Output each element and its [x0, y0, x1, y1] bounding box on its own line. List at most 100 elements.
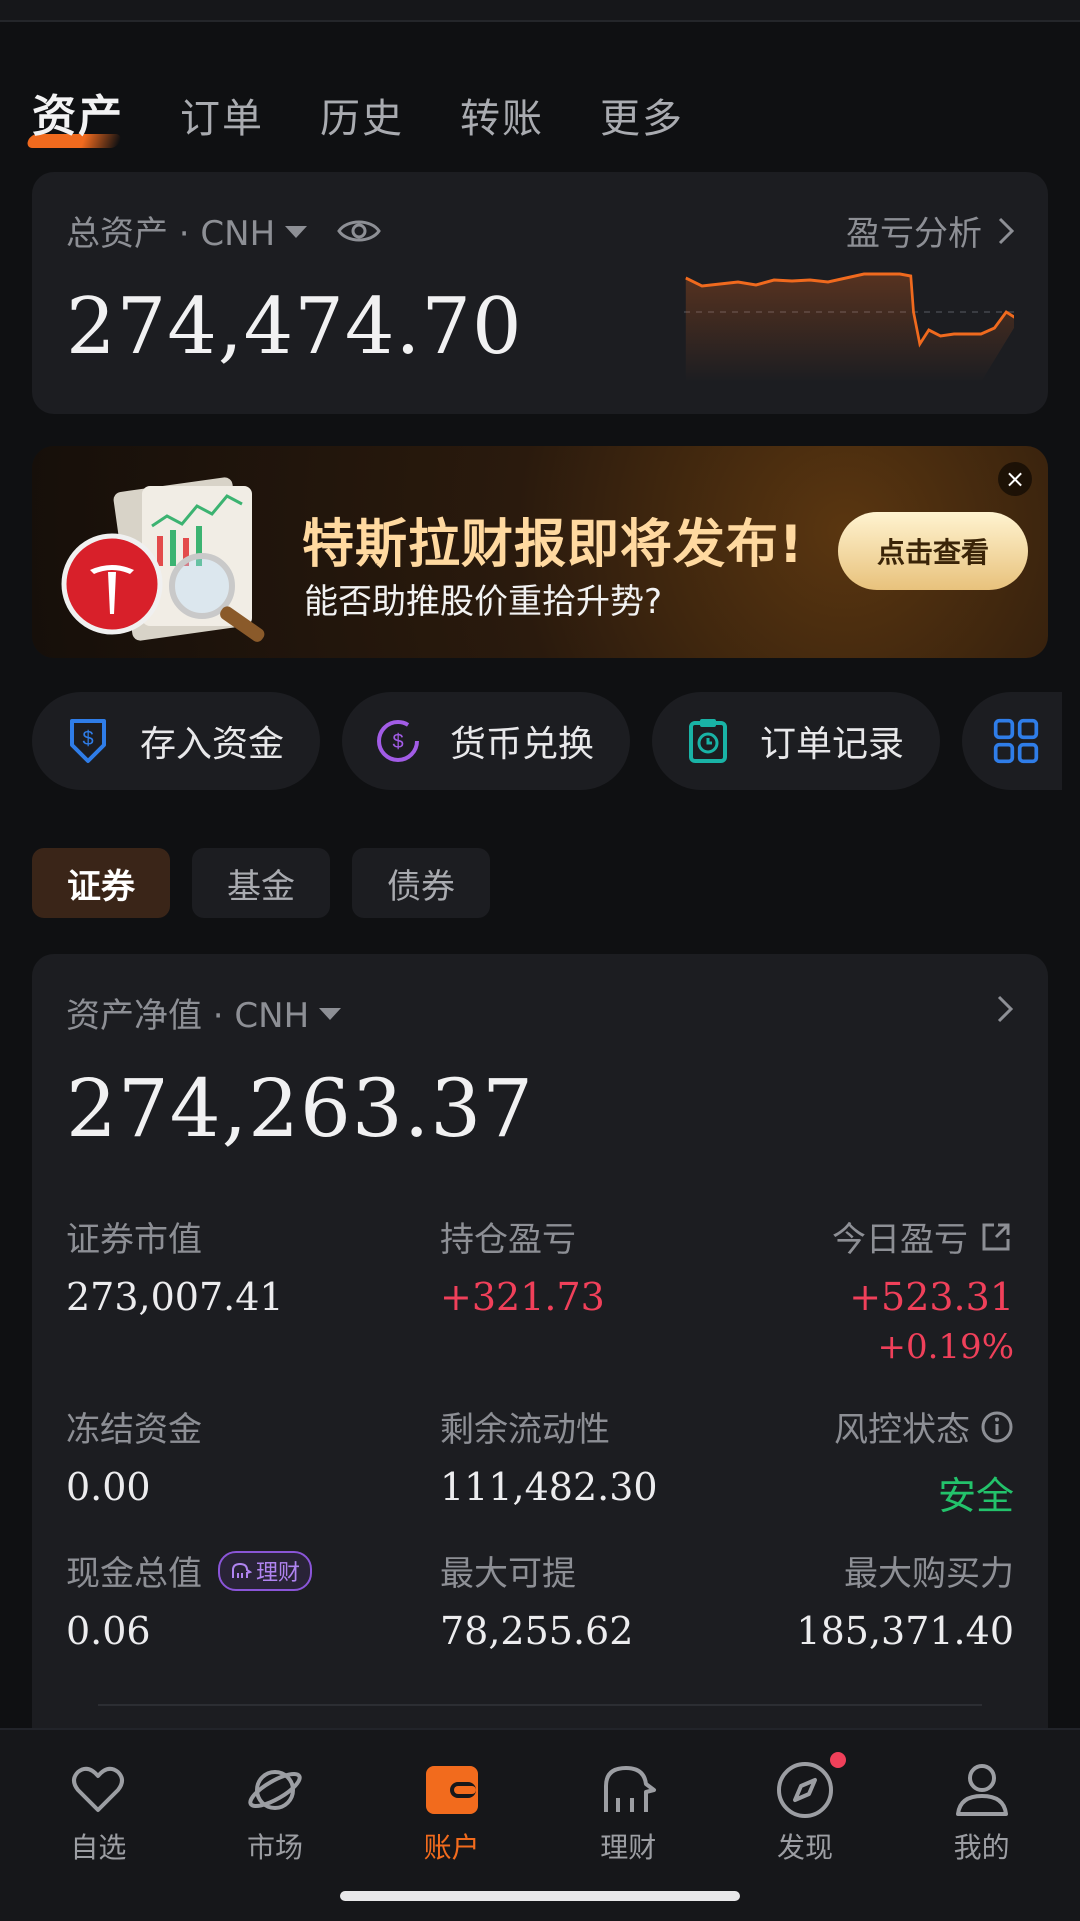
- nav-label: 我的: [953, 1831, 1010, 1864]
- position-pnl-value: +321.73: [440, 1275, 605, 1319]
- quick-action-label: 订单记录: [760, 724, 905, 765]
- svg-text:$: $: [392, 731, 403, 753]
- asset-sparkline: [684, 272, 1014, 382]
- tab-history[interactable]: 历史: [320, 86, 404, 144]
- nav-discover[interactable]: 发现: [730, 1752, 880, 1866]
- nav-label: 市场: [246, 1831, 303, 1864]
- max-withdraw-label: 最大可提: [440, 1554, 576, 1594]
- risk-status-label: 风控状态: [834, 1410, 970, 1450]
- tab-label: 资产: [32, 91, 124, 142]
- total-assets-value: 274,474.70: [66, 282, 523, 372]
- nav-me[interactable]: 我的: [907, 1760, 1057, 1866]
- currency-exchange-icon: $: [377, 720, 419, 762]
- segment-securities[interactable]: 证券: [32, 848, 170, 918]
- nav-label: 理财: [600, 1831, 657, 1864]
- nav-account[interactable]: 账户: [377, 1760, 527, 1866]
- eye-icon[interactable]: [337, 216, 381, 246]
- market-value-label: 证券市值: [66, 1220, 202, 1260]
- grid-icon: [993, 718, 1039, 764]
- svg-text:$: $: [82, 728, 93, 750]
- tab-label: 转账: [460, 96, 544, 142]
- user-icon: [955, 1764, 1008, 1816]
- wealth-tag[interactable]: 理财: [218, 1550, 313, 1591]
- nav-label: 发现: [776, 1831, 833, 1864]
- tab-label: 订单: [180, 96, 264, 142]
- nav-wealth[interactable]: 理财: [553, 1760, 703, 1866]
- cash-total-cell: 现金总值 理财 0.06: [66, 1546, 313, 1653]
- currency-exchange-button[interactable]: $ 货币兑换: [342, 692, 630, 790]
- banner-close-button[interactable]: ×: [998, 462, 1032, 496]
- segment-bonds[interactable]: 债券: [352, 848, 490, 918]
- asset-type-segment: 证券 基金 债券: [32, 848, 490, 918]
- cash-total-label-row: 现金总值 理财: [66, 1546, 313, 1595]
- max-buying-power-label: 最大购买力: [844, 1554, 1014, 1594]
- nav-label: 账户: [423, 1831, 480, 1864]
- nav-watchlist[interactable]: 自选: [23, 1760, 173, 1866]
- nav-label: 自选: [70, 1831, 127, 1864]
- tab-orders[interactable]: 订单: [180, 86, 264, 144]
- tab-transfer[interactable]: 转账: [460, 86, 544, 144]
- currency-dropdown-icon[interactable]: [285, 225, 308, 238]
- net-asset-label: 资产净值 · CNH: [66, 996, 310, 1036]
- max-buying-power-value: 185,371.40: [796, 1609, 1014, 1653]
- bottom-navigation: 自选 市场 账户 理财 发现 我的: [0, 1728, 1080, 1921]
- elephant-icon: [604, 1766, 657, 1812]
- max-withdraw-value: 78,255.62: [440, 1609, 634, 1653]
- risk-status-cell: 风控状态 安全: [834, 1402, 1014, 1520]
- deposit-funds-button[interactable]: $ 存入资金: [32, 692, 320, 790]
- wealth-tag-label: 理财: [256, 1560, 301, 1586]
- frozen-funds-label: 冻结资金: [66, 1410, 202, 1450]
- quick-actions: $ 存入资金 $ 货币兑换 订单记录: [32, 692, 1062, 790]
- order-records-button[interactable]: 订单记录: [652, 692, 940, 790]
- quick-action-label: 存入资金: [140, 724, 285, 765]
- home-indicator[interactable]: [340, 1891, 740, 1901]
- tab-label: 历史: [320, 96, 404, 142]
- tab-assets[interactable]: 资产: [25, 80, 124, 148]
- tab-more[interactable]: 更多: [600, 86, 684, 144]
- chevron-right-icon[interactable]: [996, 994, 1014, 1024]
- elephant-icon: [232, 1562, 252, 1578]
- planet-icon: [248, 1770, 302, 1810]
- banner-title: 特斯拉财报即将发布!: [302, 515, 804, 575]
- today-pnl-label: 今日盈亏: [832, 1220, 968, 1260]
- promo-banner[interactable]: 特斯拉财报即将发布! 能否助推股价重拾升势? 点击查看 ×: [32, 446, 1048, 658]
- remaining-liquidity-value: 111,482.30: [440, 1465, 658, 1509]
- max-buying-power-cell: 最大购买力 185,371.40: [796, 1546, 1014, 1653]
- risk-status-value: 安全: [937, 1474, 1014, 1518]
- tab-label: 更多: [600, 96, 684, 142]
- position-pnl-label: 持仓盈亏: [440, 1220, 576, 1260]
- total-assets-label: 总资产 · CNH: [66, 214, 276, 254]
- today-pnl-label-row: 今日盈亏: [832, 1212, 1014, 1261]
- net-asset-label-row: 资产净值 · CNH: [66, 988, 342, 1037]
- quick-action-label: 货币兑换: [450, 724, 595, 765]
- more-actions-button[interactable]: [962, 692, 1062, 790]
- segment-funds[interactable]: 基金: [192, 848, 330, 918]
- banner-view-button[interactable]: 点击查看: [838, 512, 1028, 590]
- heart-icon: [72, 1766, 125, 1812]
- chevron-right-icon: [998, 217, 1014, 244]
- max-withdraw-cell: 最大可提 78,255.62: [440, 1546, 633, 1653]
- deposit-icon: $: [70, 719, 106, 763]
- divider: [98, 1704, 982, 1706]
- pnl-analysis-link[interactable]: 盈亏分析: [846, 206, 1014, 255]
- total-assets-label-row: 总资产 · CNH: [66, 206, 381, 255]
- risk-status-label-row: 风控状态: [834, 1402, 1014, 1451]
- nav-market[interactable]: 市场: [200, 1760, 350, 1866]
- market-value-value: 273,007.41: [66, 1275, 284, 1319]
- cash-total-value: 0.06: [66, 1609, 151, 1653]
- today-pnl-cell: 今日盈亏 +523.31 +0.19%: [832, 1212, 1014, 1367]
- today-pnl-value: +523.31: [849, 1275, 1014, 1319]
- net-asset-card: 资产净值 · CNH 274,263.37 证券市值 273,007.41 持仓…: [32, 954, 1048, 1754]
- currency-dropdown-icon[interactable]: [319, 1007, 342, 1020]
- share-icon[interactable]: [978, 1219, 1014, 1255]
- wallet-icon: [425, 1766, 478, 1814]
- total-assets-card: 总资产 · CNH 274,474.70 盈亏分析: [32, 172, 1048, 414]
- frozen-funds-cell: 冻结资金 0.00: [66, 1402, 202, 1509]
- frozen-funds-value: 0.00: [66, 1465, 151, 1509]
- today-pnl-percent: +0.19%: [877, 1327, 1015, 1367]
- cash-total-label: 现金总值: [66, 1554, 202, 1594]
- info-icon[interactable]: [980, 1410, 1014, 1444]
- remaining-liquidity-cell: 剩余流动性 111,482.30: [440, 1402, 658, 1509]
- tesla-report-illustration: [61, 477, 265, 642]
- status-bar: [0, 0, 1080, 22]
